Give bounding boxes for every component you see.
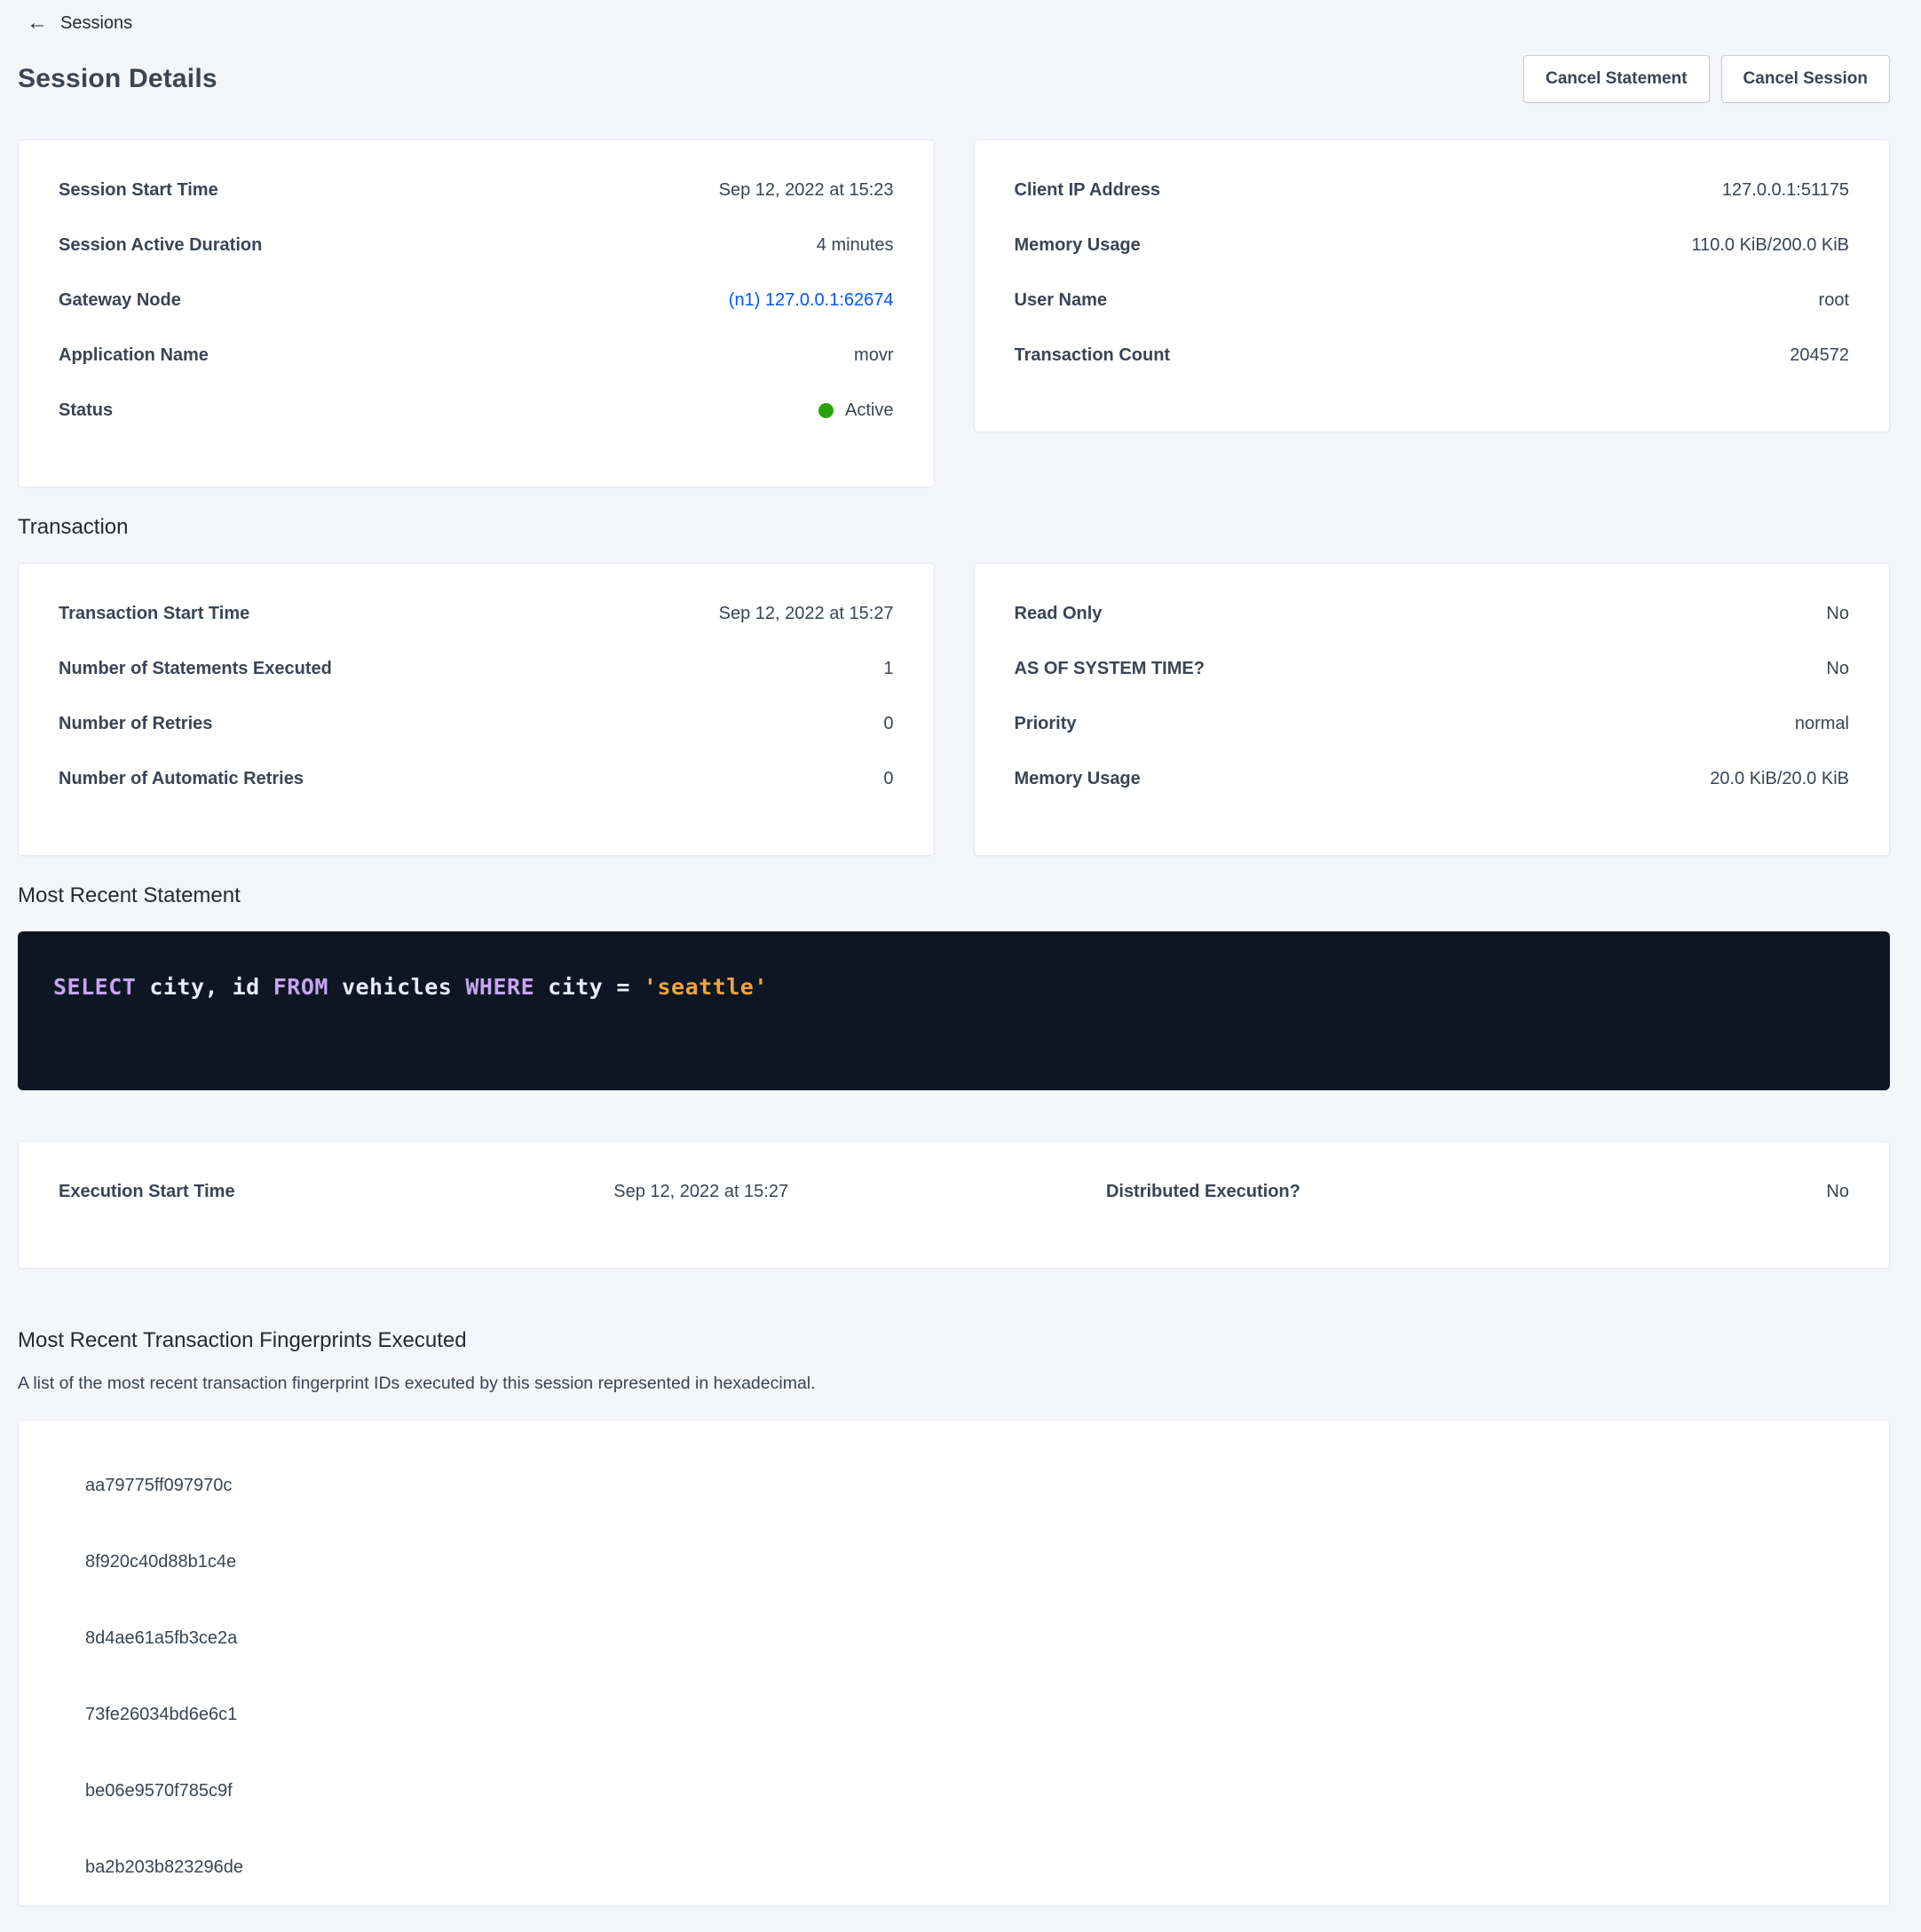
row-value: Sep 12, 2022 at 15:23 <box>719 180 894 201</box>
row-label: Number of Automatic Retries <box>59 769 304 789</box>
header-actions: Cancel Statement Cancel Session <box>1523 55 1890 103</box>
session-summary-card-right: Client IP Address 127.0.0.1:51175 Memory… <box>974 139 1891 432</box>
sql-keyword: SELECT <box>53 974 136 1000</box>
page-header: Session Details Cancel Statement Cancel … <box>18 55 1890 103</box>
row-label: Read Only <box>1015 604 1103 624</box>
row-label: Session Start Time <box>59 180 218 201</box>
row-value: 4 minutes <box>817 235 894 256</box>
row-value: root <box>1819 290 1849 311</box>
row-label: Number of Statements Executed <box>59 659 332 679</box>
row-value: 0 <box>883 769 893 789</box>
summary-row: Memory Usage 20.0 KiB/20.0 KiB <box>1015 769 1850 824</box>
fingerprints-card: aa79775ff097970c 8f920c40d88b1c4e 8d4ae6… <box>18 1420 1890 1906</box>
row-value: 0 <box>883 714 893 734</box>
summary-row: Read Only No <box>1015 604 1850 659</box>
summary-row: Application Name movr <box>59 345 894 400</box>
fingerprints-section-heading: Most Recent Transaction Fingerprints Exe… <box>18 1326 1890 1356</box>
sql-keyword: FROM <box>273 974 328 1000</box>
fingerprint-item: 73fe26034bd6e6c1 <box>85 1676 1849 1753</box>
execution-row: Execution Start Time Sep 12, 2022 at 15:… <box>59 1182 1849 1237</box>
summary-row: Transaction Start Time Sep 12, 2022 at 1… <box>59 604 894 659</box>
summary-row: Gateway Node (n1) 127.0.0.1:62674 <box>59 290 894 345</box>
summary-row: Session Start Time Sep 12, 2022 at 15:23 <box>59 180 894 235</box>
row-value: normal <box>1795 714 1849 734</box>
summary-row: Priority normal <box>1015 714 1850 769</box>
session-details-page: ← Sessions Session Details Cancel Statem… <box>0 0 1921 1906</box>
summary-row: Memory Usage 110.0 KiB/200.0 KiB <box>1015 235 1850 290</box>
row-value: Sep 12, 2022 at 15:27 <box>719 604 894 624</box>
row-label: Number of Retries <box>59 714 212 734</box>
execution-summary-card: Execution Start Time Sep 12, 2022 at 15:… <box>18 1141 1890 1269</box>
summary-row: AS OF SYSTEM TIME? No <box>1015 659 1850 714</box>
back-link-label: Sessions <box>60 13 132 34</box>
sql-columns: city, id <box>149 974 259 1000</box>
summary-row: Number of Automatic Retries 0 <box>59 769 894 824</box>
fingerprint-item: ba2b203b823296de <box>85 1829 1849 1905</box>
fingerprint-item: aa79775ff097970c <box>85 1447 1849 1524</box>
status-active-dot-icon <box>818 403 834 418</box>
row-value: 1 <box>883 659 893 679</box>
summary-row: Status Active <box>59 400 894 455</box>
transaction-card-right: Read Only No AS OF SYSTEM TIME? No Prior… <box>974 563 1891 856</box>
summary-row: User Name root <box>1015 290 1850 345</box>
sql-keyword: WHERE <box>465 974 534 1000</box>
row-value: movr <box>854 345 893 366</box>
distributed-execution-value: No <box>1826 1182 1849 1202</box>
summary-row: Transaction Count 204572 <box>1015 345 1850 400</box>
status-badge: Active <box>818 400 893 421</box>
row-label: Gateway Node <box>59 290 181 311</box>
sql-string-literal: 'seattle' <box>644 974 768 1000</box>
row-value: No <box>1826 604 1849 624</box>
summary-row: Number of Statements Executed 1 <box>59 659 894 714</box>
transaction-grid: Transaction Start Time Sep 12, 2022 at 1… <box>18 563 1890 856</box>
cancel-session-button[interactable]: Cancel Session <box>1721 55 1890 103</box>
status-value: Active <box>845 400 893 421</box>
row-label: Transaction Count <box>1015 345 1171 366</box>
sql-operator: = <box>616 974 630 1000</box>
row-value: 127.0.0.1:51175 <box>1722 180 1849 201</box>
row-label: Application Name <box>59 345 209 366</box>
page-title: Session Details <box>18 64 217 94</box>
row-value: 20.0 KiB/20.0 KiB <box>1710 769 1849 789</box>
row-label: Transaction Start Time <box>59 604 249 624</box>
row-label: Status <box>59 400 113 421</box>
row-label: Priority <box>1015 714 1077 734</box>
transaction-section-heading: Transaction <box>18 512 1890 542</box>
fingerprint-item: 8d4ae61a5fb3ce2a <box>85 1600 1849 1676</box>
row-value: 110.0 KiB/200.0 KiB <box>1691 235 1849 256</box>
summary-row: Session Active Duration 4 minutes <box>59 235 894 290</box>
session-summary-card-left: Session Start Time Sep 12, 2022 at 15:23… <box>18 139 935 487</box>
back-arrow-icon: ← <box>27 12 48 34</box>
fingerprint-item: be06e9570f785c9f <box>85 1753 1849 1829</box>
sql-column: city <box>548 974 603 1000</box>
row-value: 204572 <box>1790 345 1849 366</box>
summary-row: Number of Retries 0 <box>59 714 894 769</box>
fingerprints-description: A list of the most recent transaction fi… <box>18 1372 1890 1395</box>
session-summary-grid: Session Start Time Sep 12, 2022 at 15:23… <box>18 139 1890 487</box>
row-label: AS OF SYSTEM TIME? <box>1015 659 1205 679</box>
row-label: User Name <box>1015 290 1108 311</box>
summary-row: Client IP Address 127.0.0.1:51175 <box>1015 180 1850 235</box>
sql-statement-box: SELECT city, id FROM vehicles WHERE city = 'sea… <box>18 931 1890 1090</box>
execution-start-label: Execution Start Time <box>59 1182 613 1202</box>
row-value: No <box>1826 659 1849 679</box>
execution-start-value: Sep 12, 2022 at 15:27 <box>613 1182 1106 1202</box>
row-label: Memory Usage <box>1015 235 1141 256</box>
back-to-sessions-link[interactable]: ← Sessions <box>18 9 132 37</box>
transaction-card-left: Transaction Start Time Sep 12, 2022 at 1… <box>18 563 935 856</box>
row-label: Client IP Address <box>1015 180 1161 201</box>
distributed-execution-label: Distributed Execution? <box>1106 1182 1826 1202</box>
row-label: Session Active Duration <box>59 235 262 256</box>
fingerprint-item: 8f920c40d88b1c4e <box>85 1524 1849 1600</box>
cancel-statement-button[interactable]: Cancel Statement <box>1523 55 1709 103</box>
statement-section-heading: Most Recent Statement <box>18 881 1890 911</box>
gateway-node-link[interactable]: (n1) 127.0.0.1:62674 <box>729 290 894 311</box>
sql-table: vehicles <box>342 974 452 1000</box>
row-label: Memory Usage <box>1015 769 1141 789</box>
